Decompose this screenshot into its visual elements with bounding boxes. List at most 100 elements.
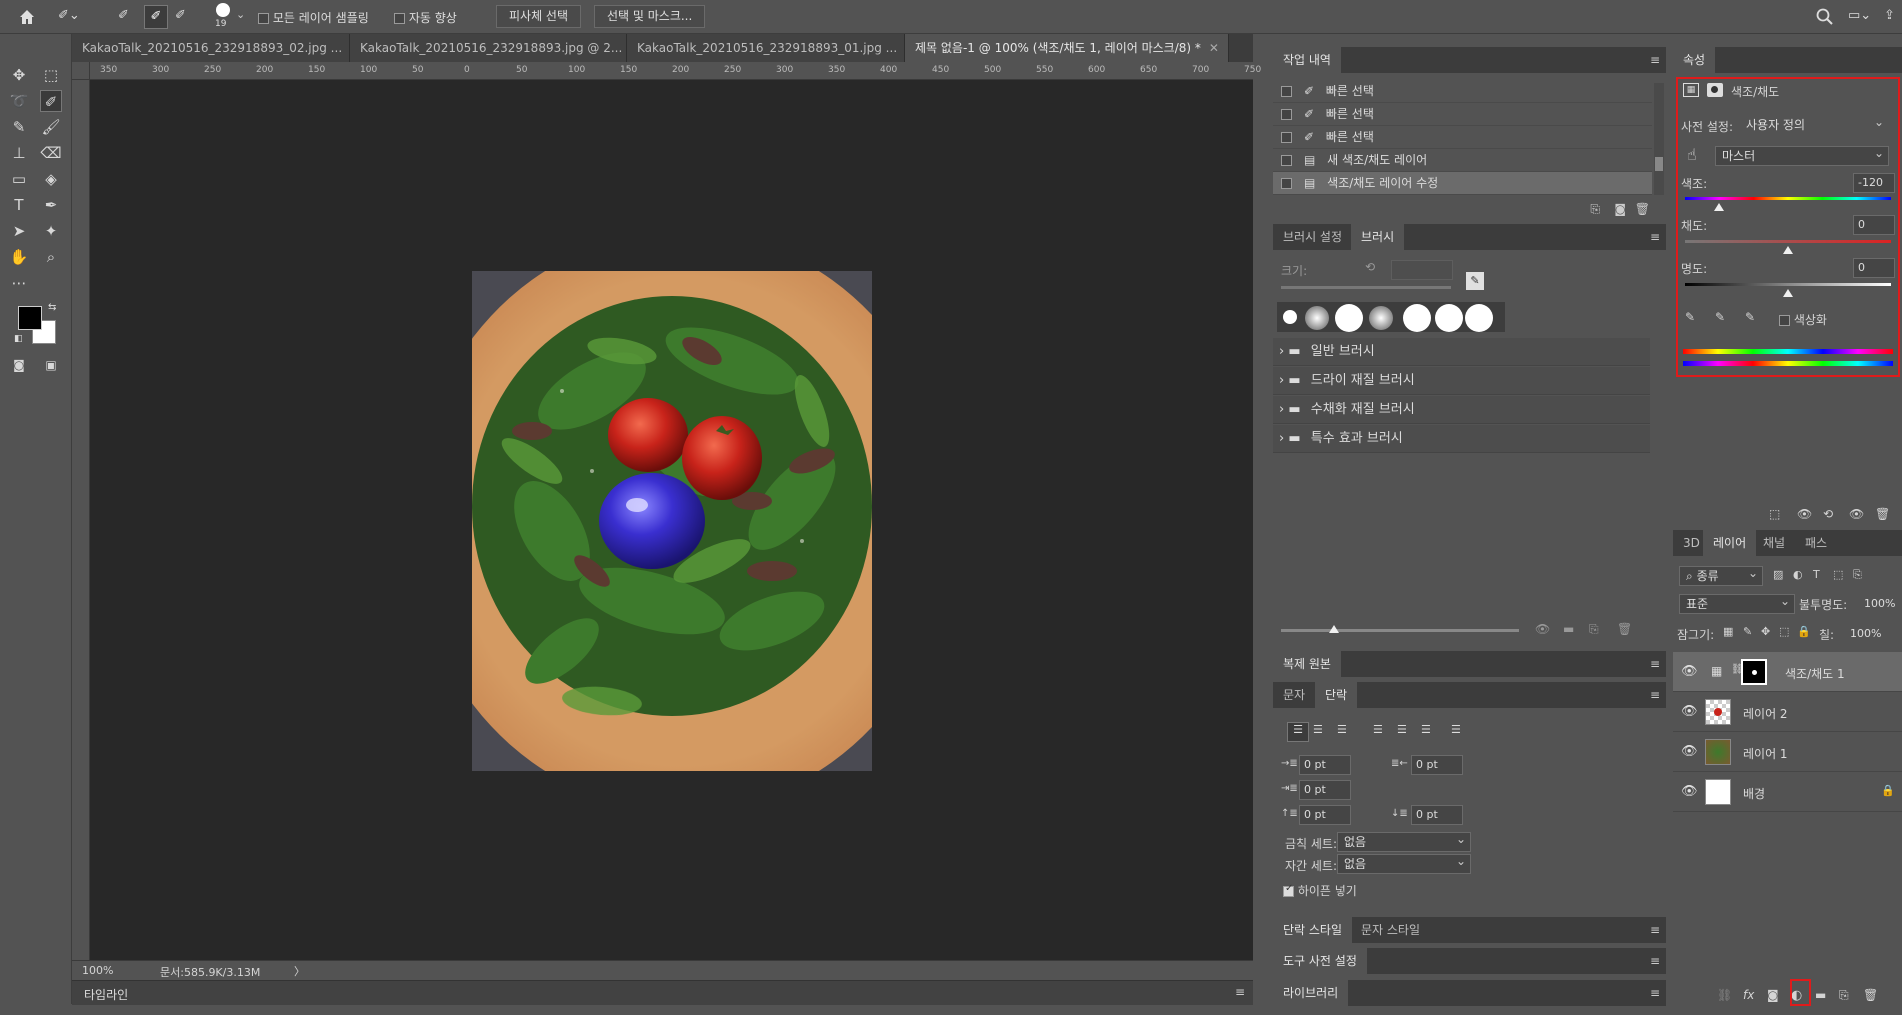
hand-tool-icon[interactable]: ✋ xyxy=(8,246,30,268)
gradient-tool-icon[interactable]: ▭ xyxy=(8,168,30,190)
panel-menu-icon[interactable]: ≡ xyxy=(1650,688,1660,702)
search-icon[interactable] xyxy=(1815,7,1835,27)
new-doc-from-state-icon[interactable]: ⎘ xyxy=(1590,202,1600,217)
view-previous-icon[interactable]: 👁 xyxy=(1797,507,1812,521)
pen-tool-icon[interactable]: ✒ xyxy=(40,194,62,216)
new-brush-icon[interactable]: ✎ xyxy=(1466,272,1484,290)
indent-first-line-input[interactable]: 0 pt xyxy=(1299,780,1351,800)
status-menu-arrow[interactable]: 〉 xyxy=(294,963,305,979)
default-colors-icon[interactable]: ◧ xyxy=(14,334,23,344)
panel-menu-icon[interactable]: ≡ xyxy=(1235,985,1245,999)
paint-bucket-icon[interactable]: ◈ xyxy=(40,168,62,190)
tab-document-2[interactable]: KakaoTalk_20210516_232918893.jpg @ 2...✕ xyxy=(350,34,627,62)
tab-document-3[interactable]: KakaoTalk_20210516_232918893_01.jpg ...✕ xyxy=(627,34,905,62)
brush-preset[interactable] xyxy=(1305,306,1329,330)
history-item[interactable]: ✐ 빠른 선택 xyxy=(1273,103,1652,126)
history-scrollbar[interactable] xyxy=(1654,83,1664,195)
filter-type-icon[interactable]: T xyxy=(1813,568,1820,581)
panel-menu-icon[interactable]: ≡ xyxy=(1650,230,1660,244)
custom-shape-icon[interactable]: ✦ xyxy=(40,220,62,242)
brush-preset[interactable] xyxy=(1435,304,1463,332)
layer-row-layer-2[interactable]: 👁 레이어 2 xyxy=(1673,692,1902,732)
space-before-input[interactable]: 0 pt xyxy=(1299,805,1351,825)
zoom-tool-icon[interactable]: ⌕ xyxy=(40,246,62,268)
eyedropper-tool-icon[interactable]: ✎ xyxy=(8,116,30,138)
panel-menu-icon[interactable]: ≡ xyxy=(1650,657,1660,671)
share-icon[interactable]: ⇪ xyxy=(1884,8,1900,26)
layer-row-layer-1[interactable]: 👁 레이어 1 xyxy=(1673,732,1902,772)
brush-preview-slider[interactable] xyxy=(1281,629,1519,632)
history-item[interactable]: ✐ 빠른 선택 xyxy=(1273,126,1652,149)
new-layer-icon[interactable]: ⎘ xyxy=(1839,988,1849,1003)
lock-artboard-icon[interactable]: ⬚ xyxy=(1779,625,1789,638)
tab-paragraph-style[interactable]: 단락 스타일 xyxy=(1273,917,1353,943)
tab-channels[interactable]: 채널 xyxy=(1753,530,1795,556)
new-selection-icon[interactable]: ✐ xyxy=(118,8,138,26)
kinsoku-select[interactable]: 없음 xyxy=(1337,830,1471,852)
select-subject-button[interactable]: 피사체 선택 xyxy=(496,5,582,28)
tab-layers[interactable]: 레이어 xyxy=(1703,530,1757,556)
align-right-icon[interactable]: ☰ xyxy=(1337,723,1347,736)
folder-icon[interactable]: ▬ xyxy=(1563,622,1574,636)
fill-input[interactable]: 100% xyxy=(1845,624,1897,644)
layer-mask-thumbnail[interactable] xyxy=(1741,659,1767,685)
new-group-icon[interactable]: ▬ xyxy=(1815,988,1826,1002)
tab-paragraph[interactable]: 단락 xyxy=(1315,682,1358,708)
brush-preset[interactable] xyxy=(1403,304,1431,332)
tab-properties[interactable]: 속성 xyxy=(1673,47,1716,73)
toggle-view-icon[interactable]: 👁 xyxy=(1535,622,1550,636)
filter-adjustment-icon[interactable]: ◐ xyxy=(1793,568,1803,581)
workspace-icon[interactable]: ▭⌄ xyxy=(1848,8,1874,26)
brush-folder-general[interactable]: › ▬ 일반 브러시 xyxy=(1273,338,1650,366)
canvas-area[interactable] xyxy=(90,80,1253,960)
align-center-icon[interactable]: ☰ xyxy=(1313,723,1323,736)
filter-shape-icon[interactable]: ⬚ xyxy=(1833,568,1843,581)
lock-position-icon[interactable]: ✥ xyxy=(1761,625,1770,638)
home-icon[interactable] xyxy=(16,6,38,28)
filter-pixel-icon[interactable]: ▨ xyxy=(1773,568,1783,581)
quick-mask-icon[interactable]: ◙ xyxy=(8,354,30,376)
tab-document-1[interactable]: KakaoTalk_20210516_232918893_02.jpg ...✕ xyxy=(72,34,350,62)
camera-icon[interactable]: ◙ xyxy=(1614,202,1626,216)
new-brush-icon[interactable]: ⎘ xyxy=(1589,622,1599,637)
reset-icon[interactable]: ⟲ xyxy=(1823,507,1833,521)
history-item[interactable]: ▤ 새 색조/채도 레이어 xyxy=(1273,149,1652,172)
justify-last-center-icon[interactable]: ☰ xyxy=(1397,723,1407,736)
align-left-icon[interactable]: ☰ xyxy=(1287,722,1309,742)
justify-last-right-icon[interactable]: ☰ xyxy=(1421,723,1431,736)
mojikumi-select[interactable]: 없음 xyxy=(1337,852,1471,874)
brush-size-picker[interactable]: 19 ⌄ xyxy=(212,3,252,31)
tab-character[interactable]: 문자 xyxy=(1273,682,1315,708)
swap-colors-icon[interactable]: ⇆ xyxy=(48,302,56,313)
lock-transparent-icon[interactable]: ▦ xyxy=(1723,625,1733,638)
brush-preset[interactable] xyxy=(1465,304,1493,332)
brush-folder-special[interactable]: › ▬ 특수 효과 브러시 xyxy=(1273,425,1650,453)
justify-last-left-icon[interactable]: ☰ xyxy=(1373,723,1383,736)
eye-icon[interactable]: 👁 xyxy=(1681,744,1698,759)
brush-preset[interactable] xyxy=(1369,306,1393,330)
history-item-selected[interactable]: ▤ 색조/채도 레이어 수정 xyxy=(1273,172,1652,195)
tab-tool-presets[interactable]: 도구 사전 설정 xyxy=(1273,948,1367,974)
trash-icon[interactable]: 🗑 xyxy=(1875,507,1890,521)
layer-filter-select[interactable]: ⌕ 종류 xyxy=(1679,564,1763,586)
visibility-icon[interactable]: 👁 xyxy=(1849,507,1864,521)
indent-left-input[interactable]: 0 pt xyxy=(1299,755,1351,775)
quick-selection-tool-icon[interactable]: ✐ xyxy=(40,90,62,112)
layer-row-background[interactable]: 👁 배경 🔒 xyxy=(1673,772,1902,812)
screen-mode-icon[interactable]: ▣ xyxy=(40,354,62,376)
marquee-tool-icon[interactable]: ⬚ xyxy=(40,64,62,86)
brush-size-input[interactable] xyxy=(1391,260,1453,280)
brush-folder-watercolor[interactable]: › ▬ 수채화 재질 브러시 xyxy=(1273,396,1650,424)
eye-icon[interactable]: 👁 xyxy=(1681,704,1698,719)
eraser-tool-icon[interactable]: ⌫ xyxy=(40,142,62,164)
history-item[interactable]: ✐ 빠른 선택 xyxy=(1273,80,1652,103)
move-tool-icon[interactable]: ✥ xyxy=(8,64,30,86)
reset-icon[interactable]: ⟲ xyxy=(1365,260,1375,274)
document-image[interactable] xyxy=(472,271,872,771)
zoom-level[interactable]: 100% xyxy=(82,964,113,977)
eye-icon[interactable]: 👁 xyxy=(1681,784,1698,799)
tab-brush-settings[interactable]: 브러시 설정 xyxy=(1273,224,1352,250)
path-selection-icon[interactable]: ➤ xyxy=(8,220,30,242)
opacity-input[interactable]: 100% xyxy=(1859,594,1897,614)
justify-all-icon[interactable]: ☰ xyxy=(1451,723,1461,736)
